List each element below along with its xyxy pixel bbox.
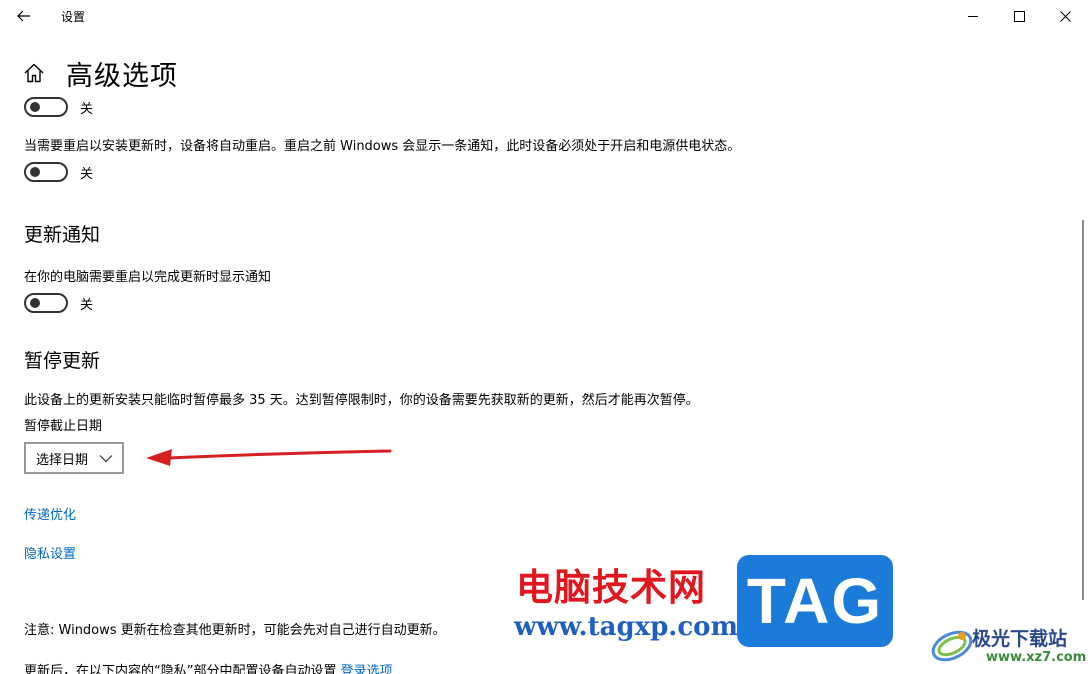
pause-updates-description: 此设备上的更新安装只能临时暂停最多 35 天。达到暂停限制时，你的设备需要先获取… [24,393,699,408]
pause-updates-heading: 暂停更新 [24,350,101,372]
close-icon [1059,11,1071,22]
title-bar: 设置 [0,0,1088,33]
back-arrow-icon [17,10,30,22]
watermark-site2-name: 极光下载站 [972,628,1068,650]
page-title: 高级选项 [66,61,178,92]
back-button[interactable] [10,4,38,28]
pause-date-dropdown[interactable]: 选择日期 [24,442,124,474]
pause-date-label: 暂停截止日期 [24,419,103,434]
toggle-state-label: 关 [80,297,94,313]
watermark-site-cn: 电脑技术网 [516,566,706,609]
delivery-optimization-link[interactable]: 传递优化 [24,504,76,523]
toggle-row-2: 关 [24,162,93,182]
toggle-knob [30,167,40,177]
watermark-site-url: www.tagxp.com [514,612,739,642]
update-notifications-heading: 更新通知 [24,224,101,246]
toggle-knob [30,298,40,308]
toggle-row-1: 关 [24,97,93,117]
privacy-config-note: 更新后，在以下内容的“隐私”部分中配置设备自动设置 登录选项 [24,660,393,674]
scrollbar[interactable] [1082,220,1084,600]
auto-update-note: 注意: Windows 更新在检查其他更新时，可能会先对自己进行自动更新。 [24,623,446,638]
toggle-state-label: 关 [80,101,94,117]
privacy-config-text: 更新后，在以下内容的“隐私”部分中配置设备自动设置 [24,664,337,674]
watermark-site2-url: www.xz7.com [986,650,1087,665]
toggle-switch-3[interactable] [24,293,68,313]
restart-description: 当需要重启以安装更新时，设备将自动重启。重启之前 Windows 会显示一条通知… [24,139,741,154]
home-icon[interactable] [23,62,45,84]
watermark-tag-logo: TAG [737,555,893,647]
toggle-switch-2[interactable] [24,162,68,182]
update-notifications-description: 在你的电脑需要重启以完成更新时显示通知 [24,270,272,285]
toggle-row-3: 关 [24,293,93,313]
app-title: 设置 [61,10,86,24]
minimize-icon [967,16,978,17]
privacy-settings-link[interactable]: 隐私设置 [24,543,76,562]
toggle-state-label: 关 [80,166,94,182]
maximize-button[interactable] [996,0,1042,33]
toggle-switch-1[interactable] [24,97,68,117]
annotation-arrow-icon [146,449,392,466]
dropdown-value: 选择日期 [36,452,89,468]
minimize-button[interactable] [950,0,996,33]
chevron-down-icon [99,455,113,463]
maximize-icon [1013,11,1025,22]
login-options-link[interactable]: 登录选项 [341,664,393,674]
close-button[interactable] [1042,0,1088,33]
toggle-knob [30,102,40,112]
